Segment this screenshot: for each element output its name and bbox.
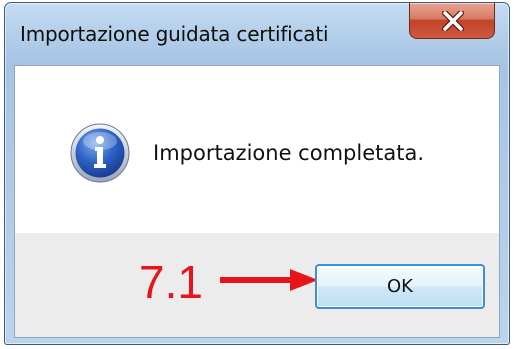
- step-annotation-label: 7.1: [139, 256, 203, 308]
- dialog-window: Importazione guidata certificati Importa…: [4, 2, 510, 345]
- content-area: Importazione completata.: [15, 66, 499, 233]
- window-title: Importazione guidata certificati: [20, 22, 329, 46]
- info-icon: [70, 123, 130, 183]
- ok-button[interactable]: OK: [315, 264, 485, 309]
- close-icon: [442, 11, 464, 31]
- arrow-right-icon: [220, 269, 318, 291]
- button-bar: 7.1 OK: [15, 233, 499, 337]
- close-button[interactable]: [409, 3, 495, 39]
- title-bar[interactable]: Importazione guidata certificati: [5, 3, 509, 65]
- status-message: Importazione completata.: [153, 141, 424, 165]
- dialog-body: Importazione completata. 7.1 OK: [14, 65, 500, 338]
